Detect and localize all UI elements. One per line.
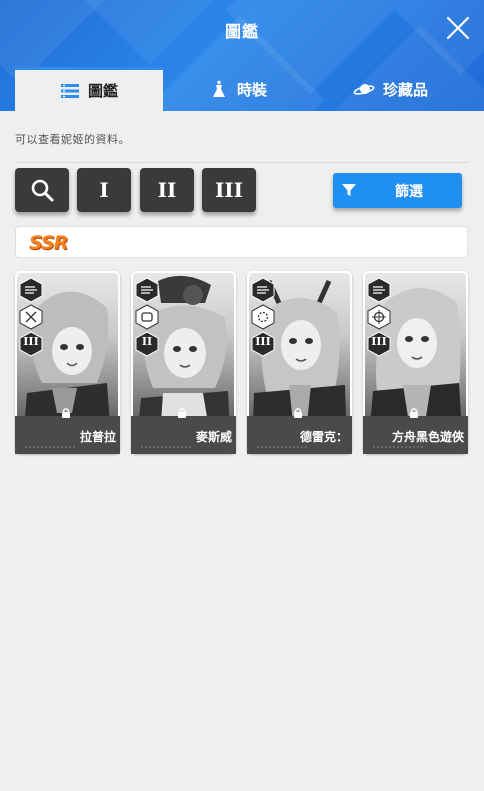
dotted-line [257,446,307,448]
tab-label: 珍藏品 [382,80,428,99]
tab-bar: 圖鑑 時裝 珍藏品 [15,67,484,111]
name-bar: 麥斯威 [131,416,236,454]
element-badge [367,304,391,330]
burst-level: III [371,335,387,348]
tab-label: 時裝 [236,80,267,99]
nikke-card[interactable]: III 方舟黑色遊俠 [363,271,468,454]
divider [15,162,469,163]
tab-collection[interactable]: 珍藏品 [313,67,468,111]
lock-icon [294,408,302,418]
nikke-card[interactable]: III 拉普拉 [15,271,120,454]
burst-3-filter-button[interactable]: III [202,168,256,212]
page-title: 圖鑑 [224,22,259,41]
tab-catalog[interactable]: 圖鑑 [15,67,163,111]
nikke-card[interactable]: II 麥斯威 [131,271,236,454]
burst-badge: III [367,331,391,357]
burst-badge: III [251,331,275,357]
nikke-name: 德雷克： [299,430,348,444]
name-bar: 拉普拉 [15,416,120,454]
name-bar: 德雷克： [247,416,352,454]
nikke-card[interactable]: III 德雷克： [247,271,352,454]
search-button[interactable] [15,168,69,212]
close-button[interactable] [446,16,470,40]
list-icon [60,82,80,100]
filter-label: 篩選 [395,184,423,200]
burst-2-filter-button[interactable]: II [140,168,194,212]
dress-icon [209,80,229,98]
burst-level: III [23,335,39,348]
lock-icon [178,408,186,418]
rarity-header: SSR [15,226,468,258]
class-badge [19,277,43,303]
nikke-name: 麥斯威 [195,430,232,444]
element-badge [19,304,43,330]
lock-icon [62,408,70,418]
dotted-line [373,446,423,448]
burst-level: III [255,335,271,348]
tab-label: 圖鑑 [87,82,118,100]
class-badge [251,277,275,303]
tab-costume[interactable]: 時裝 [163,67,313,111]
burst-badge: III [19,331,43,357]
class-badge [367,277,391,303]
header: 圖鑑 圖鑑 時裝 珍藏品 [0,0,484,111]
name-bar: 方舟黑色遊俠 [363,416,468,454]
filter-icon [342,184,356,196]
element-badge [135,304,159,330]
element-badge [251,304,275,330]
nikke-name: 拉普拉 [79,430,116,444]
burst-1-filter-button[interactable]: I [77,168,131,212]
close-icon [446,16,470,40]
burst-badge: II [135,331,159,357]
search-icon [31,179,54,202]
dotted-line [25,446,75,448]
filter-button[interactable]: 篩選 [333,173,462,208]
class-badge [135,277,159,303]
dotted-line [141,446,191,448]
saturn-icon [353,80,375,98]
description-text: 可以查看妮姬的資料。 [15,133,130,146]
nikke-name: 方舟黑色遊俠 [391,430,464,444]
ssr-rarity-label: SSR [29,232,68,254]
lock-icon [410,408,418,418]
burst-level: II [141,335,153,348]
